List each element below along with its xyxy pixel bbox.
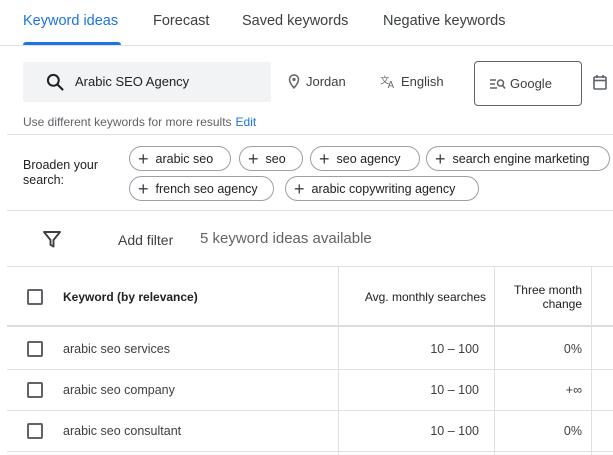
search-icon	[46, 73, 64, 91]
search-input-value: Arabic SEO Agency	[75, 74, 190, 89]
row-checkbox[interactable]	[27, 423, 43, 439]
change-cell: +∞	[565, 383, 582, 397]
avg-searches-cell: 10 – 100	[430, 424, 479, 438]
plus-icon: +	[319, 148, 330, 169]
divider	[7, 134, 613, 135]
select-all-checkbox[interactable]	[27, 289, 43, 305]
change-cell: 0%	[563, 424, 582, 438]
broaden-chip[interactable]: + arabic copywriting agency	[285, 176, 479, 201]
language-selector[interactable]: 文 A English	[380, 74, 444, 89]
filter-icon[interactable]	[42, 229, 62, 249]
broaden-search-label: Broaden your search:	[23, 158, 99, 187]
column-header-keyword[interactable]: Keyword (by relevance)	[63, 290, 198, 304]
tab-bar: Keyword ideas Forecast Saved keywords Ne…	[0, 0, 613, 46]
plus-icon: +	[138, 178, 149, 199]
keyword-cell: arabic seo services	[63, 342, 170, 356]
plus-icon: +	[294, 178, 305, 199]
active-tab-indicator	[23, 42, 121, 45]
keyword-cell: arabic seo consultant	[63, 424, 182, 438]
table-row: arabic seo company 10 – 100 +∞	[7, 370, 613, 411]
location-selector[interactable]: Jordan	[288, 74, 346, 89]
row-checkbox[interactable]	[27, 382, 43, 398]
search-network-icon	[490, 78, 506, 89]
table-row: arabic seo consultant 10 – 100 0%	[7, 411, 613, 452]
location-pin-icon	[288, 74, 300, 89]
keyword-ideas-count: 5 keyword ideas available	[200, 230, 372, 247]
tab-keyword-ideas[interactable]: Keyword ideas	[23, 13, 118, 29]
language-label: English	[401, 74, 444, 89]
row-checkbox[interactable]	[27, 341, 43, 357]
search-network-selector[interactable]: Google	[474, 61, 582, 106]
plus-icon: +	[138, 148, 149, 169]
svg-text:A: A	[388, 80, 395, 89]
broaden-chip[interactable]: + seo agency	[310, 146, 420, 171]
avg-searches-cell: 10 – 100	[430, 383, 479, 397]
column-header-avg-monthly-searches[interactable]: Avg. monthly searches	[365, 290, 486, 304]
column-header-three-month-change[interactable]: Three month change	[495, 283, 582, 311]
calendar-icon[interactable]	[593, 74, 607, 90]
broaden-chip[interactable]: + arabic seo	[129, 146, 231, 171]
hint-text: Use different keywords for more results	[23, 115, 232, 129]
table-header: Keyword (by relevance) Avg. monthly sear…	[7, 267, 613, 327]
avg-searches-cell: 10 – 100	[430, 342, 479, 356]
search-network-label: Google	[510, 76, 552, 91]
broaden-chip[interactable]: + search engine marketing	[426, 146, 610, 171]
location-label: Jordan	[306, 74, 346, 89]
change-cell: 0%	[563, 342, 582, 356]
keyword-search-input[interactable]: Arabic SEO Agency	[23, 62, 271, 102]
tab-negative-keywords[interactable]: Negative keywords	[383, 13, 506, 29]
keyword-table: Keyword (by relevance) Avg. monthly sear…	[7, 266, 613, 455]
keyword-hint: Use different keywords for more results E…	[23, 115, 256, 129]
translate-icon: 文 A	[380, 74, 395, 89]
tab-forecast[interactable]: Forecast	[153, 13, 209, 29]
add-filter-button[interactable]: Add filter	[118, 232, 173, 248]
broaden-chip[interactable]: + seo	[239, 146, 303, 171]
tab-saved-keywords[interactable]: Saved keywords	[242, 13, 348, 29]
table-row: arabic seo services 10 – 100 0%	[7, 329, 613, 370]
edit-keywords-link[interactable]: Edit	[236, 115, 257, 129]
keyword-cell: arabic seo company	[63, 383, 175, 397]
broaden-chip[interactable]: + french seo agency	[129, 176, 274, 201]
plus-icon: +	[435, 148, 446, 169]
plus-icon: +	[248, 148, 259, 169]
divider	[7, 210, 613, 211]
